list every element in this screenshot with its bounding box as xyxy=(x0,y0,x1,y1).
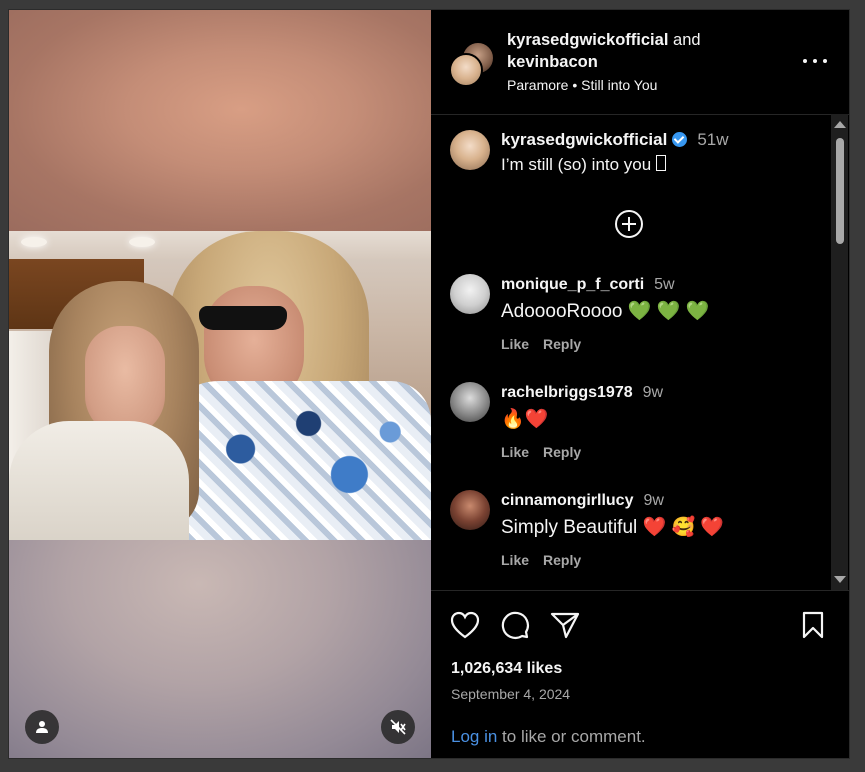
like-comment-button[interactable]: Like xyxy=(501,444,529,460)
comment-time[interactable]: 9w xyxy=(643,492,663,509)
comment-time[interactable]: 9w xyxy=(643,384,663,401)
comments-list[interactable]: kyrasedgwickofficial 51w I’m still (so) i… xyxy=(431,114,831,590)
collab-avatars[interactable] xyxy=(449,41,495,87)
sunglasses xyxy=(199,306,287,330)
like-button[interactable] xyxy=(449,609,481,641)
login-link[interactable]: Log in xyxy=(451,727,497,746)
comment-button[interactable] xyxy=(499,609,531,641)
author-username-link[interactable]: kyrasedgwickofficial xyxy=(507,31,668,49)
avatar[interactable] xyxy=(450,382,490,422)
save-button[interactable] xyxy=(797,609,829,641)
post-photo[interactable] xyxy=(9,231,431,540)
mute-button[interactable] xyxy=(381,710,415,744)
caption-username-link[interactable]: kyrasedgwickofficial xyxy=(501,130,667,149)
blurred-background-bottom xyxy=(9,540,431,758)
login-prompt-text: to like or comment. xyxy=(497,727,646,746)
scroll-up-arrow-icon[interactable] xyxy=(834,121,846,128)
comment-username-link[interactable]: rachelbriggs1978 xyxy=(501,384,633,401)
comment-username-link[interactable]: cinnamongirllucy xyxy=(501,492,633,509)
reply-button[interactable]: Reply xyxy=(543,444,581,460)
and-text: and xyxy=(673,31,701,49)
comment-item: monique_p_f_corti 5w AdooooRoooo 💚 💚 💚 Li… xyxy=(431,274,831,374)
comment-text: Simply Beautiful ❤️ 🥰 ❤️ xyxy=(501,517,725,538)
user-icon xyxy=(36,721,48,733)
tagged-users-button[interactable] xyxy=(25,710,59,744)
muted-speaker-icon xyxy=(390,719,406,735)
bookmark-icon xyxy=(802,611,824,639)
comment-item: cinnamongirllucy 9w Simply Beautiful ❤️ 🥰… xyxy=(431,490,831,590)
heart-icon xyxy=(450,611,480,639)
post-dialog: kyrasedgwickofficial and kevinbacon Para… xyxy=(8,9,850,759)
likes-count[interactable]: 1,026,634 likes xyxy=(451,660,562,678)
load-more-comments-button[interactable] xyxy=(615,210,643,238)
like-comment-button[interactable]: Like xyxy=(501,552,529,568)
reply-button[interactable]: Reply xyxy=(543,336,581,352)
avatar xyxy=(449,53,483,87)
verified-badge-icon xyxy=(672,132,688,147)
like-comment-button[interactable]: Like xyxy=(501,336,529,352)
comment-text: 🔥❤️ xyxy=(501,409,549,430)
post-side-panel: kyrasedgwickofficial and kevinbacon Para… xyxy=(431,10,849,758)
paper-plane-icon xyxy=(550,612,580,639)
avatar[interactable] xyxy=(450,490,490,530)
caption-author: kyrasedgwickofficial 51w xyxy=(501,130,729,150)
post-header: kyrasedgwickofficial and kevinbacon Para… xyxy=(431,10,849,115)
comment-item: rachelbriggs1978 9w 🔥❤️ Like Reply xyxy=(431,382,831,482)
post-footer: 1,026,634 likes September 4, 2024 Log in… xyxy=(431,590,849,758)
avatar[interactable] xyxy=(450,130,490,170)
share-button[interactable] xyxy=(549,609,581,641)
collab-title: kyrasedgwickofficial and kevinbacon xyxy=(507,29,757,73)
audio-link[interactable]: Paramore • Still into You xyxy=(507,77,657,93)
post-media[interactable] xyxy=(9,10,431,758)
comment-username-link[interactable]: monique_p_f_corti xyxy=(501,276,644,293)
caption-text: I’m still (so) into you xyxy=(501,155,666,175)
missing-glyph-icon xyxy=(655,155,666,171)
comment-time[interactable]: 5w xyxy=(654,276,674,293)
scroll-down-arrow-icon[interactable] xyxy=(834,576,846,583)
caption-time[interactable]: 51w xyxy=(697,130,728,149)
post-date[interactable]: September 4, 2024 xyxy=(451,686,570,702)
speech-bubble-icon xyxy=(501,611,529,639)
login-prompt: Log in to like or comment. xyxy=(451,727,646,747)
coauthor-username-link[interactable]: kevinbacon xyxy=(507,53,598,71)
reply-button[interactable]: Reply xyxy=(543,552,581,568)
comment-text: AdooooRoooo 💚 💚 💚 xyxy=(501,301,710,322)
blurred-background-top xyxy=(9,10,431,231)
avatar[interactable] xyxy=(450,274,490,314)
scroll-thumb[interactable] xyxy=(836,138,844,244)
more-options-icon[interactable] xyxy=(803,53,827,69)
comments-scrollbar[interactable] xyxy=(831,114,848,590)
